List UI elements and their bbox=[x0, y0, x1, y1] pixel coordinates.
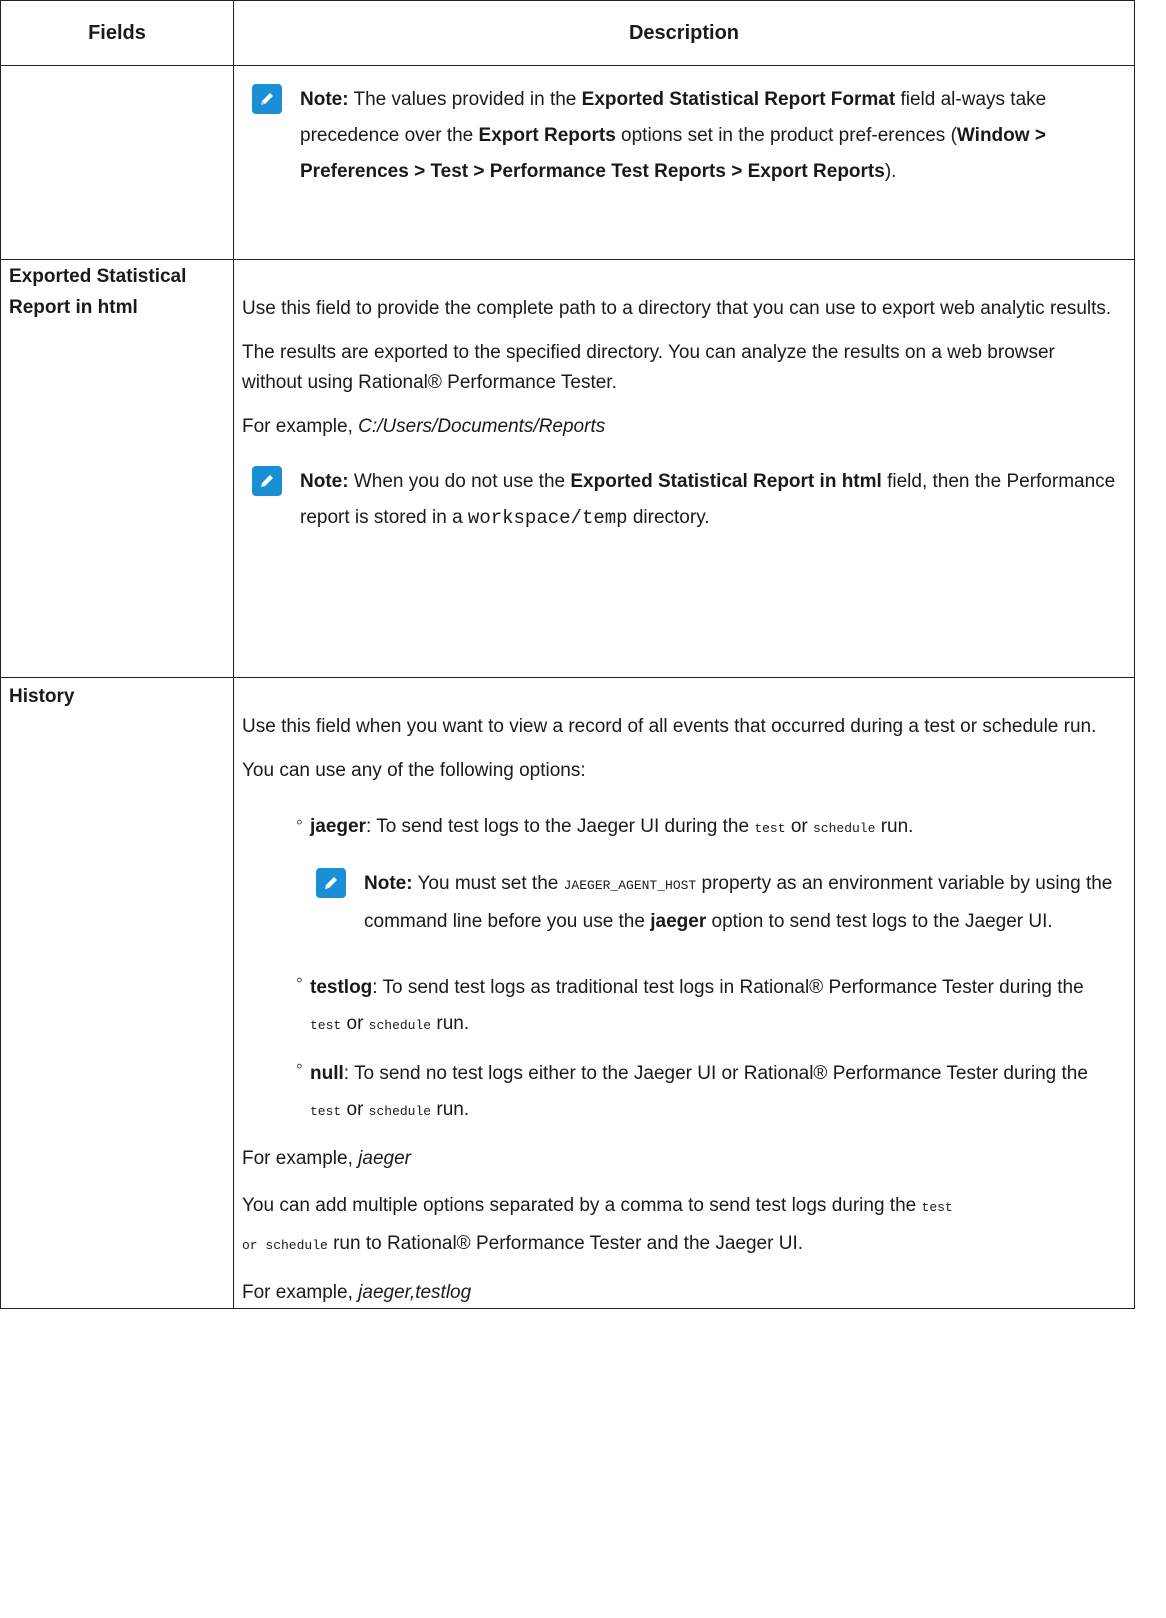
description-cell: Use this field when you want to view a r… bbox=[233, 677, 1135, 1309]
field-name: Exported Statistical Report in html bbox=[0, 259, 234, 678]
pencil-note-icon bbox=[252, 466, 282, 496]
note-block: Note: When you do not use the Exported S… bbox=[252, 464, 1118, 536]
description-paragraph: You can add multiple options separated b… bbox=[242, 1195, 953, 1254]
description-cell: Use this field to provide the complete p… bbox=[233, 259, 1135, 678]
table-row: Exported Statistical Report in html Use … bbox=[0, 259, 1135, 678]
header-fields: Fields bbox=[0, 0, 234, 66]
list-item: ◦ jaeger: To send test logs to the Jaege… bbox=[296, 812, 914, 837]
example-text: For example, jaeger,testlog bbox=[242, 1282, 472, 1303]
list-item: ◦ testlog: To send test logs as traditio… bbox=[296, 970, 1084, 1034]
note-block: Note: The values provided in the Exporte… bbox=[252, 82, 1118, 190]
note-text: Note: When you do not use the Exported S… bbox=[300, 471, 1116, 529]
pencil-note-icon bbox=[252, 84, 282, 114]
pencil-note-icon bbox=[316, 868, 346, 898]
header-description: Description bbox=[233, 0, 1135, 66]
note-block: Note: You must set the JAEGER_AGENT_HOST… bbox=[316, 866, 1118, 940]
field-cell-empty bbox=[0, 65, 234, 260]
field-name: History bbox=[0, 677, 234, 1309]
description-paragraph: Use this field to provide the complete p… bbox=[242, 298, 1112, 319]
description-cell: Note: The values provided in the Exporte… bbox=[233, 65, 1135, 260]
table-header-row: Fields Description bbox=[0, 0, 1135, 66]
table-row: Note: The values provided in the Exporte… bbox=[0, 65, 1135, 260]
fields-table: Fields Description Note: The values prov… bbox=[0, 0, 1135, 1309]
example-text: For example, jaeger bbox=[242, 1148, 411, 1169]
description-paragraph: Use this field when you want to view a r… bbox=[242, 716, 1097, 737]
table-row: History Use this field when you want to … bbox=[0, 677, 1135, 1309]
description-paragraph: You can use any of the following options… bbox=[242, 760, 586, 781]
description-paragraph: The results are exported to the specifie… bbox=[242, 342, 1055, 393]
note-text: Note: You must set the JAEGER_AGENT_HOST… bbox=[364, 873, 1113, 932]
example-text: For example, C:/Users/Documents/Reports bbox=[242, 416, 606, 437]
note-text: Note: The values provided in the Exporte… bbox=[300, 89, 1047, 182]
list-item: ◦ null: To send no test logs either to t… bbox=[296, 1056, 1088, 1120]
